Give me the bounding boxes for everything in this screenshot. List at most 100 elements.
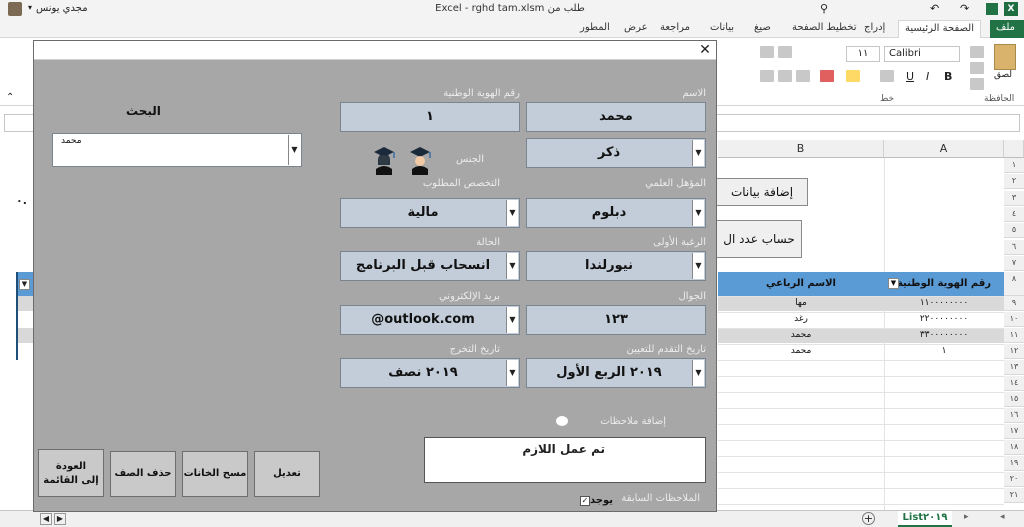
tab-review[interactable]: مراجعة: [654, 20, 696, 38]
tab-view[interactable]: عرض: [618, 20, 654, 38]
delete-row-button[interactable]: حذف الصف: [110, 451, 176, 497]
table-row[interactable]: [16, 296, 34, 311]
filter-dropdown-icon[interactable]: ▼: [19, 279, 30, 290]
add-sheet-icon[interactable]: +: [862, 512, 875, 525]
dropdown-arrow-icon[interactable]: ▼: [506, 360, 518, 386]
dropdown-arrow-icon[interactable]: ▼: [692, 253, 704, 279]
collapse-ribbon-icon[interactable]: ⌃: [6, 92, 14, 103]
clear-fields-button[interactable]: مسح الخانات: [182, 451, 248, 497]
format-painter-icon[interactable]: [970, 78, 984, 90]
row-header[interactable]: ١٥: [1004, 392, 1024, 407]
dropdown-arrow-icon[interactable]: ▼: [288, 135, 300, 165]
align-top-icon[interactable]: [760, 46, 774, 58]
bold-icon[interactable]: B: [944, 70, 952, 83]
font-size-select[interactable]: ١١: [846, 46, 880, 62]
tab-file[interactable]: ملف: [990, 20, 1024, 38]
align-left-icon[interactable]: [760, 70, 774, 82]
font-name-select[interactable]: Calibri: [884, 46, 960, 62]
admission-date-select[interactable]: ٢٠١٩ الربع الأول ▼: [526, 358, 706, 388]
count-button[interactable]: حساب عدد ال: [716, 220, 802, 258]
dropdown-arrow-icon[interactable]: ▼: [506, 253, 518, 279]
close-window-icon[interactable]: [2, 1, 28, 17]
gender-select[interactable]: ذكر ▼: [526, 138, 706, 168]
copy-icon[interactable]: [970, 62, 984, 74]
mobile-field[interactable]: ١٢٣: [526, 305, 706, 335]
row-header[interactable]: ٥: [1004, 223, 1024, 239]
row-header[interactable]: ٩: [1004, 296, 1024, 311]
back-to-list-button[interactable]: العودة إلى القائمة: [38, 449, 104, 497]
row-header[interactable]: ١٤: [1004, 376, 1024, 391]
row-header[interactable]: ١٦: [1004, 408, 1024, 423]
italic-icon[interactable]: I: [926, 70, 929, 83]
qualification-select[interactable]: دبلوم ▼: [526, 198, 706, 228]
row-header[interactable]: ١: [1004, 158, 1024, 173]
table-header-national-id[interactable]: رقم الهوية الوطنية ▼: [884, 272, 1004, 296]
table-cell-name[interactable]: محمد: [718, 344, 884, 359]
table-cell-id[interactable]: ٢٢٠٠٠٠٠٠٠٠: [884, 312, 1004, 327]
tab-developer[interactable]: المطور: [574, 20, 616, 38]
redo-icon[interactable]: ↷: [960, 2, 969, 15]
table-cell-name[interactable]: محمد: [718, 328, 884, 343]
row-header[interactable]: ١٨: [1004, 440, 1024, 455]
filter-dropdown-icon[interactable]: ▼: [888, 278, 899, 289]
row-header[interactable]: ١١: [1004, 328, 1024, 343]
row-header[interactable]: ١٠: [1004, 312, 1024, 327]
dropdown-arrow-icon[interactable]: ▼: [692, 360, 704, 386]
edit-button[interactable]: تعديل: [254, 451, 320, 497]
row-header[interactable]: ٣: [1004, 190, 1024, 206]
sheet-tab[interactable]: List٢٠١٩: [898, 511, 952, 527]
table-cell-id[interactable]: ٣٣٠٠٠٠٠٠٠٠: [884, 328, 1004, 343]
row-header[interactable]: ٨: [1004, 272, 1024, 296]
column-header-b[interactable]: B: [718, 140, 884, 158]
desired-specialty-select[interactable]: مالية ▼: [340, 198, 520, 228]
tab-page-layout[interactable]: تخطيط الصفحة: [786, 20, 863, 38]
paste-icon[interactable]: [994, 44, 1016, 70]
tab-home[interactable]: الصفحة الرئيسية: [898, 20, 981, 38]
graduation-date-select[interactable]: ٢٠١٩ نصف ▼: [340, 358, 520, 388]
table-cell-name[interactable]: مها: [718, 296, 884, 311]
dropdown-arrow-icon[interactable]: ▼: [692, 200, 704, 226]
row-header[interactable]: ١٧: [1004, 424, 1024, 439]
table-header-full-name[interactable]: الاسم الرباعي: [718, 272, 884, 296]
select-all-corner[interactable]: [1004, 140, 1024, 158]
table-row[interactable]: [16, 328, 34, 343]
row-header[interactable]: ١٢: [1004, 344, 1024, 359]
table-cell-name[interactable]: رغد: [718, 312, 884, 327]
undo-icon[interactable]: ↶: [930, 2, 939, 15]
dropdown-arrow-icon[interactable]: ▼: [692, 140, 704, 166]
row-header[interactable]: ٧: [1004, 255, 1024, 271]
cut-icon[interactable]: [970, 46, 984, 58]
tab-formulas[interactable]: صيغ: [748, 20, 777, 38]
row-header[interactable]: ١٣: [1004, 360, 1024, 375]
sheet-nav-prev-icon[interactable]: ◂: [1000, 512, 1005, 522]
font-color-icon[interactable]: [820, 70, 834, 82]
align-center-icon[interactable]: [778, 70, 792, 82]
paste-label[interactable]: لصق: [994, 70, 1012, 80]
sheet-nav-next-icon[interactable]: ▸: [964, 512, 969, 522]
quick-access-save-icon[interactable]: [986, 3, 998, 15]
row-header[interactable]: ٢: [1004, 174, 1024, 190]
align-middle-icon[interactable]: [778, 46, 792, 58]
status-select[interactable]: انسحاب قبل البرنامج ▼: [340, 251, 520, 281]
speech-bubble-icon[interactable]: [556, 416, 568, 426]
scroll-right-icon[interactable]: ▶: [54, 513, 66, 525]
column-header-a[interactable]: A: [884, 140, 1004, 158]
row-header[interactable]: ٢١: [1004, 488, 1024, 503]
restore-window-icon[interactable]: [28, 1, 54, 17]
tab-data[interactable]: بيانات: [704, 20, 740, 38]
notes-textarea[interactable]: تم عمل اللازم: [424, 437, 706, 483]
table-cell-id[interactable]: ١: [884, 344, 1004, 359]
add-data-button[interactable]: إضافة بيانات: [716, 178, 808, 206]
name-field[interactable]: محمد: [526, 102, 706, 132]
dropdown-arrow-icon[interactable]: ▼: [506, 200, 518, 226]
align-right-icon[interactable]: [796, 70, 810, 82]
underline-icon[interactable]: U: [906, 70, 914, 83]
exists-checkbox[interactable]: ✓: [580, 496, 590, 506]
table-cell-id[interactable]: ١١٠٠٠٠٠٠٠٠: [884, 296, 1004, 311]
fill-color-icon[interactable]: [846, 70, 860, 82]
border-icon[interactable]: [880, 70, 894, 82]
row-header[interactable]: ١٩: [1004, 456, 1024, 471]
search-icon[interactable]: ⚲: [820, 2, 828, 15]
row-header[interactable]: ٦: [1004, 239, 1024, 255]
search-select[interactable]: محمد ▼: [52, 133, 302, 167]
